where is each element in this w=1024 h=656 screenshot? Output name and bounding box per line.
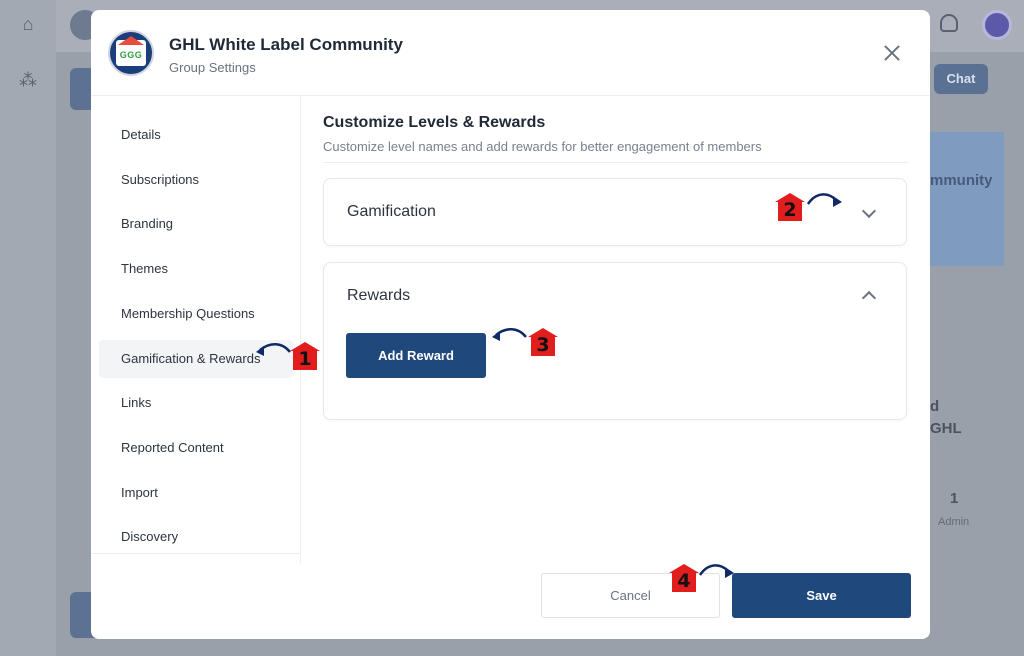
- gamification-panel-title: Gamification: [347, 203, 436, 220]
- step-marker-1: 1: [290, 342, 320, 370]
- sidebar-item-branding[interactable]: Branding: [99, 205, 293, 243]
- chevron-up-icon[interactable]: [861, 290, 877, 306]
- content-divider: [323, 162, 908, 163]
- logo-roof: [118, 36, 144, 45]
- arrow-icon-3: [492, 328, 527, 341]
- app-rail: ⌂ ⁂: [0, 0, 56, 656]
- step-marker-4: 4: [669, 564, 699, 592]
- chat-button: Chat: [934, 64, 988, 94]
- chevron-down-icon[interactable]: [861, 203, 877, 219]
- bg-side-text-1: d: [930, 398, 940, 415]
- rewards-panel-title: Rewards: [347, 287, 411, 304]
- sidebar-item-import[interactable]: Import: [99, 474, 293, 512]
- banner-text: mmunity: [930, 172, 993, 189]
- logo-text: GGG: [119, 50, 143, 60]
- sidebar-item-reported-content[interactable]: Reported Content: [99, 429, 293, 467]
- settings-sidebar: Details Subscriptions Branding Themes Me…: [91, 96, 301, 563]
- marker-number: 1: [298, 348, 312, 370]
- bell-icon: [940, 14, 958, 32]
- step-marker-2: 2: [775, 193, 805, 221]
- community-banner: mmunity: [928, 132, 1004, 266]
- community-icon: ⁂: [19, 70, 37, 90]
- sidebar-item-membership-questions[interactable]: Membership Questions: [99, 295, 293, 333]
- modal-title: GHL White Label Community: [169, 35, 403, 54]
- marker-number: 2: [783, 199, 797, 221]
- arrow-icon-2: [806, 193, 842, 207]
- marker-number: 4: [677, 570, 691, 592]
- arrow-icon-4: [698, 564, 734, 578]
- sidebar-item-discovery[interactable]: Discovery: [99, 518, 293, 556]
- sidebar-item-links[interactable]: Links: [99, 384, 293, 422]
- admin-count: 1: [950, 490, 959, 507]
- user-avatar: [982, 10, 1012, 40]
- admin-label: Admin: [938, 516, 970, 528]
- content-title: Customize Levels & Rewards: [323, 114, 546, 131]
- arrow-icon-1: [256, 343, 291, 356]
- save-button[interactable]: Save: [732, 573, 911, 618]
- community-logo: GGG: [108, 30, 154, 76]
- sidebar-item-themes[interactable]: Themes: [99, 250, 293, 288]
- step-marker-3: 3: [528, 328, 558, 356]
- sidebar-item-subscriptions[interactable]: Subscriptions: [99, 161, 293, 199]
- modal-header: GGG GHL White Label Community Group Sett…: [91, 10, 930, 96]
- bg-side-text-2: GHL: [930, 420, 962, 437]
- content-subtitle: Customize level names and add rewards fo…: [323, 139, 762, 154]
- close-icon[interactable]: [879, 40, 905, 66]
- sidebar-divider: [91, 553, 301, 554]
- modal-subtitle: Group Settings: [169, 60, 256, 75]
- sidebar-item-details[interactable]: Details: [99, 116, 293, 154]
- add-reward-button[interactable]: Add Reward: [346, 333, 486, 378]
- gamification-panel[interactable]: Gamification: [323, 178, 907, 246]
- marker-number: 3: [536, 334, 550, 356]
- home-icon: ⌂: [22, 14, 34, 34]
